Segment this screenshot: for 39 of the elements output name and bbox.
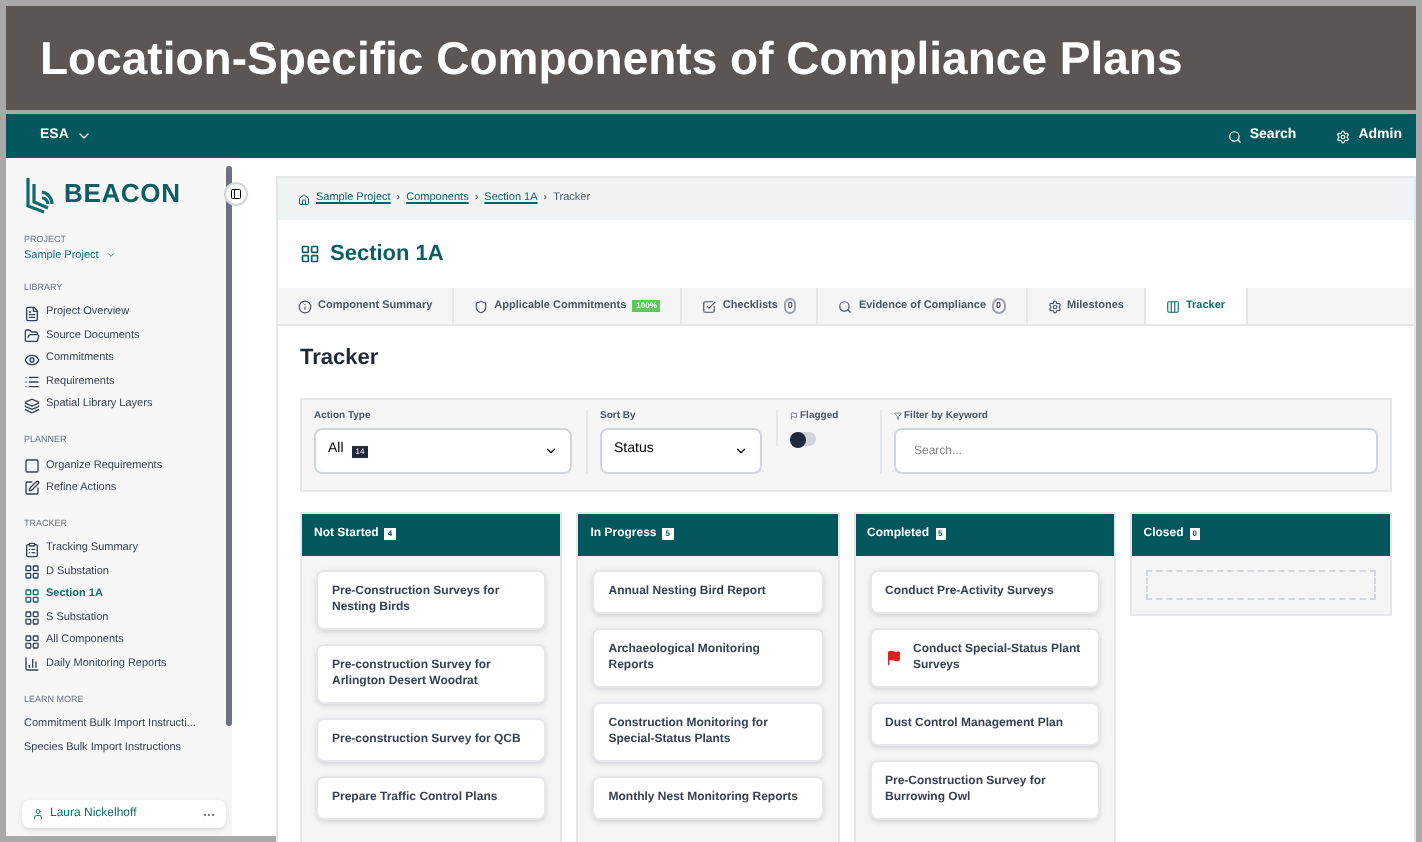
info-icon <box>298 299 312 313</box>
home-icon <box>298 193 310 205</box>
shield-icon <box>474 299 489 313</box>
grid-icon <box>24 564 40 580</box>
panel-icon <box>230 188 242 200</box>
document-icon <box>24 305 40 321</box>
grid-icon <box>24 610 40 626</box>
chevron-down-icon <box>76 128 93 144</box>
search-icon <box>1227 129 1242 143</box>
page-title: Section 1A <box>330 239 444 270</box>
logo-text: BEACON <box>64 176 181 213</box>
chevron-down-icon <box>106 250 117 261</box>
grid-icon <box>24 587 40 603</box>
grid-icon <box>24 633 40 649</box>
filter-icon <box>894 412 902 421</box>
gear-icon <box>1047 299 1062 313</box>
user-icon <box>32 808 44 820</box>
grid-icon <box>300 244 320 264</box>
checklist-icon <box>702 299 717 313</box>
banner-title: Location-Specific Components of Compliance Plans <box>40 29 1183 88</box>
edit-icon <box>24 480 40 497</box>
flag-icon <box>885 649 901 665</box>
chart-icon <box>24 656 40 672</box>
settings-icon <box>1336 129 1351 143</box>
collapse-sidebar-button[interactable] <box>224 182 248 206</box>
search-icon <box>838 299 853 313</box>
layers-icon <box>24 397 40 413</box>
eye-icon <box>24 351 40 367</box>
folder-icon <box>24 328 40 344</box>
caret-icon <box>734 444 748 458</box>
logo-icon <box>24 174 56 214</box>
flagged-toggle[interactable] <box>790 432 816 446</box>
columns-icon <box>1165 299 1180 313</box>
caret-icon <box>544 444 558 458</box>
flag-icon <box>790 412 798 421</box>
list-icon <box>24 374 40 390</box>
clipboard-icon <box>24 541 40 557</box>
section-title: Tracker <box>300 344 381 374</box>
square-icon <box>24 457 40 474</box>
